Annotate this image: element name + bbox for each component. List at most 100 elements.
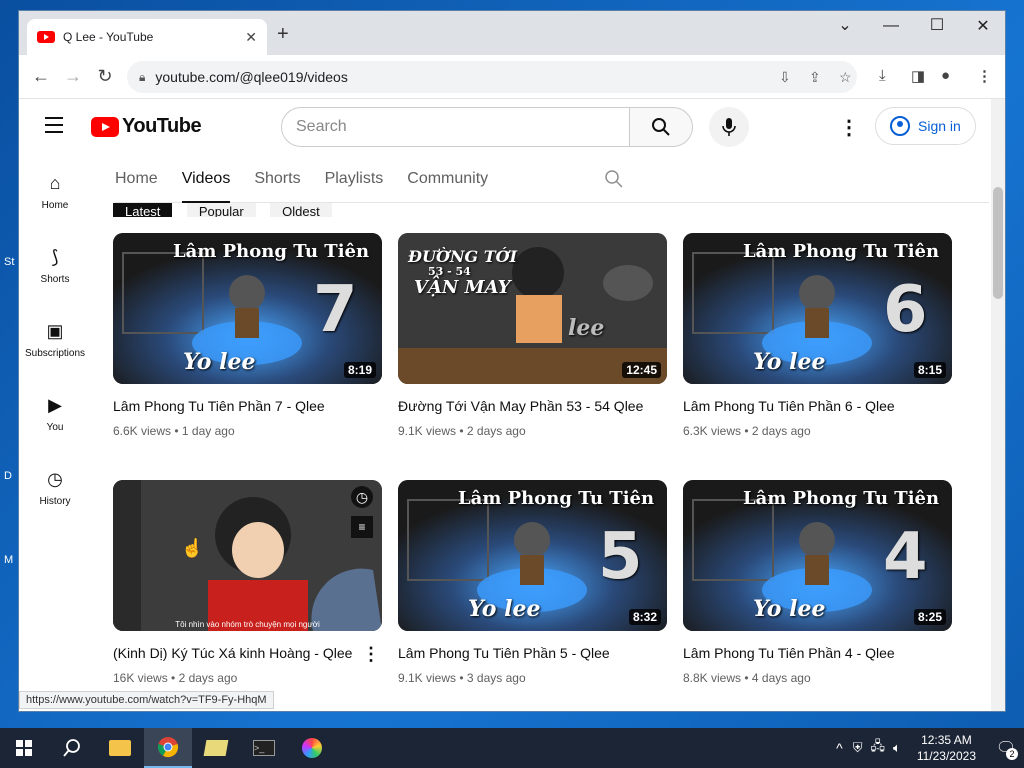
watch-later-icon[interactable]: ◷ — [351, 486, 373, 508]
video-title[interactable]: Đường Tới Vận May Phần 53 - 54 Qlee — [398, 398, 667, 414]
video-title[interactable]: Lâm Phong Tu Tiên Phần 7 - Qlee — [113, 398, 382, 414]
sidebar-item-subscriptions[interactable]: ▣ Subscriptions — [19, 303, 91, 377]
add-to-queue-icon[interactable]: ≡ — [351, 516, 373, 538]
video-title[interactable]: (Kinh Dị) Ký Túc Xá kinh Hoàng - Qlee — [113, 645, 382, 661]
upload-age: 2 days ago — [178, 671, 238, 685]
video-meta: 6.6K views • 1 day ago — [113, 424, 235, 438]
chip-latest[interactable]: Latest — [113, 203, 173, 217]
maximize-button[interactable]: ☐ — [917, 15, 957, 35]
scrollbar-thumb[interactable] — [993, 187, 1003, 299]
bookmark-star-icon[interactable]: ☆ — [839, 69, 852, 86]
menu-hamburger-icon[interactable] — [45, 117, 63, 138]
video-card[interactable]: Lâm Phong Tu Tiên 5 Yo lee 8:32 Lâm Phon… — [398, 480, 667, 685]
video-thumbnail[interactable]: Lâm Phong Tu Tiên 7 Yo lee 8:19 — [113, 233, 382, 384]
video-title[interactable]: Lâm Phong Tu Tiên Phần 6 - Qlee — [683, 398, 952, 414]
url-text: youtube.com/@qlee019/videos — [155, 69, 348, 85]
desktop-icon-label: M — [4, 554, 14, 566]
account-icon — [890, 116, 910, 136]
reload-icon[interactable]: ↻ — [89, 66, 121, 87]
notes-app-icon[interactable] — [192, 728, 240, 768]
history-icon: ◷ — [47, 469, 63, 489]
sidebar-item-home[interactable]: ⌂ Home — [19, 155, 91, 229]
upload-age: 2 days ago — [466, 424, 526, 438]
page-scrollbar[interactable] — [991, 99, 1005, 711]
chrome-window: Q Lee - YouTube ✕ + ⌄ — ☐ ✕ ← → ↻ 🔒︎ you… — [18, 10, 1006, 712]
video-card[interactable]: Lâm Phong Tu Tiên 6 Yo lee 8:15 Lâm Phon… — [683, 233, 952, 438]
taskbar-search-icon[interactable] — [48, 728, 96, 768]
close-window-button[interactable]: ✕ — [963, 16, 1003, 36]
start-button[interactable] — [0, 728, 48, 768]
video-meta: 16K views • 2 days ago — [113, 671, 238, 685]
video-title[interactable]: Lâm Phong Tu Tiên Phần 4 - Qlee — [683, 645, 952, 661]
terminal-icon[interactable]: >_ — [240, 728, 288, 768]
tab-shorts[interactable]: Shorts — [254, 155, 300, 203]
video-card[interactable]: ◷ ≡ Tôi nhìn vào nhóm trò chuyện mọi ngư… — [113, 480, 382, 685]
thumbnail-brand-text: Yo lee — [183, 349, 256, 375]
sidebar-item-you[interactable]: ▶ You — [19, 377, 91, 451]
thumbnail-title-text: Lâm Phong Tu Tiên — [458, 488, 655, 509]
video-options-kebab-icon[interactable]: ⋮ — [362, 644, 380, 665]
view-count: 16K views — [113, 671, 168, 685]
tab-title: Q Lee - YouTube — [63, 30, 154, 44]
tab-home[interactable]: Home — [115, 155, 158, 203]
network-icon[interactable]: 🖧︎ — [871, 737, 886, 759]
view-count: 9.1K views — [398, 424, 457, 438]
new-tab-button[interactable]: + — [277, 23, 289, 46]
notification-center-button[interactable]: 🗨︎ 2 — [988, 728, 1024, 768]
tab-playlists[interactable]: Playlists — [325, 155, 384, 203]
share-icon[interactable]: ⇪ — [809, 69, 821, 86]
minimize-button[interactable]: — — [871, 17, 911, 35]
video-thumbnail[interactable]: ◷ ≡ Tôi nhìn vào nhóm trò chuyện mọi ngư… — [113, 480, 382, 631]
search-input[interactable]: Search — [281, 107, 631, 147]
chrome-menu-icon[interactable]: ⋮ — [977, 67, 992, 85]
volume-muted-icon[interactable]: 🔈︎ — [893, 740, 901, 756]
forward-arrow-icon[interactable]: → — [57, 66, 89, 87]
address-bar[interactable]: 🔒︎ youtube.com/@qlee019/videos ⇩ ⇪ ☆ — [127, 61, 857, 93]
video-card[interactable]: Lâm Phong Tu Tiên 4 Yo lee 8:25 Lâm Phon… — [683, 480, 952, 685]
thumbnail-number-text: 7 — [313, 273, 358, 347]
downloads-icon[interactable]: ⤓ — [879, 67, 886, 84]
chip-popular[interactable]: Popular — [186, 203, 256, 217]
settings-kebab-icon[interactable]: ⋮ — [839, 115, 859, 140]
tab-videos[interactable]: Videos — [181, 155, 230, 203]
chrome-taskbar-icon[interactable] — [144, 728, 192, 768]
paint-app-icon[interactable] — [288, 728, 336, 768]
video-title[interactable]: Lâm Phong Tu Tiên Phần 5 - Qlee — [398, 645, 667, 661]
thumbnail-number-text: 6 — [883, 273, 928, 347]
side-panel-icon[interactable]: ◨ — [911, 67, 925, 85]
video-card[interactable]: ĐƯỜNG TỚI 53 - 54 VẬN MAY lee 12:45 Đườn… — [398, 233, 667, 438]
tab-search-chevron-icon[interactable]: ⌄ — [825, 15, 865, 35]
channel-search-icon[interactable] — [604, 169, 624, 189]
search-button[interactable] — [629, 107, 693, 147]
thumbnail-title-text: ĐƯỜNG TỚI — [408, 247, 518, 266]
video-thumbnail[interactable]: Lâm Phong Tu Tiên 5 Yo lee 8:32 — [398, 480, 667, 631]
channel-tabs: Home Videos Shorts Playlists Community — [115, 155, 989, 203]
duration-badge: 8:32 — [628, 609, 661, 625]
close-tab-icon[interactable]: ✕ — [245, 29, 257, 46]
chip-oldest[interactable]: Oldest — [270, 203, 332, 217]
video-thumbnail[interactable]: Lâm Phong Tu Tiên 6 Yo lee 8:15 — [683, 233, 952, 384]
sign-in-button[interactable]: Sign in — [875, 107, 976, 145]
install-app-icon[interactable]: ⇩ — [779, 69, 791, 86]
windows-taskbar: >_ ^ ⛨ 🖧︎ 🔈︎ 12:35 AM 11/23/2023 🗨︎ 2 — [0, 728, 1024, 768]
upload-age: 3 days ago — [466, 671, 526, 685]
sidebar-item-history[interactable]: ◷ History — [19, 451, 91, 525]
security-icon[interactable]: ⛨ — [853, 740, 863, 756]
video-card[interactable]: Lâm Phong Tu Tiên 7 Yo lee 8:19 Lâm Phon… — [113, 233, 382, 438]
voice-search-button[interactable] — [709, 107, 749, 147]
video-thumbnail[interactable]: Lâm Phong Tu Tiên 4 Yo lee 8:25 — [683, 480, 952, 631]
file-explorer-icon[interactable] — [96, 728, 144, 768]
video-meta: 9.1K views • 2 days ago — [398, 424, 526, 438]
video-thumbnail[interactable]: ĐƯỜNG TỚI 53 - 54 VẬN MAY lee 12:45 — [398, 233, 667, 384]
profile-icon[interactable]: ● — [941, 67, 950, 84]
youtube-logo[interactable]: YouTube — [91, 115, 202, 138]
mouse-cursor-icon: ☝ — [181, 538, 204, 558]
sidebar-item-shorts[interactable]: ⟆ Shorts — [19, 229, 91, 303]
duration-badge: 8:25 — [913, 609, 946, 625]
show-hidden-icons-chevron-icon[interactable]: ^ — [836, 740, 843, 756]
upload-age: 1 day ago — [181, 424, 235, 438]
tab-community[interactable]: Community — [407, 155, 488, 203]
clock[interactable]: 12:35 AM 11/23/2023 — [917, 732, 976, 764]
back-arrow-icon[interactable]: ← — [25, 66, 57, 87]
browser-tab[interactable]: Q Lee - YouTube ✕ — [27, 19, 267, 55]
